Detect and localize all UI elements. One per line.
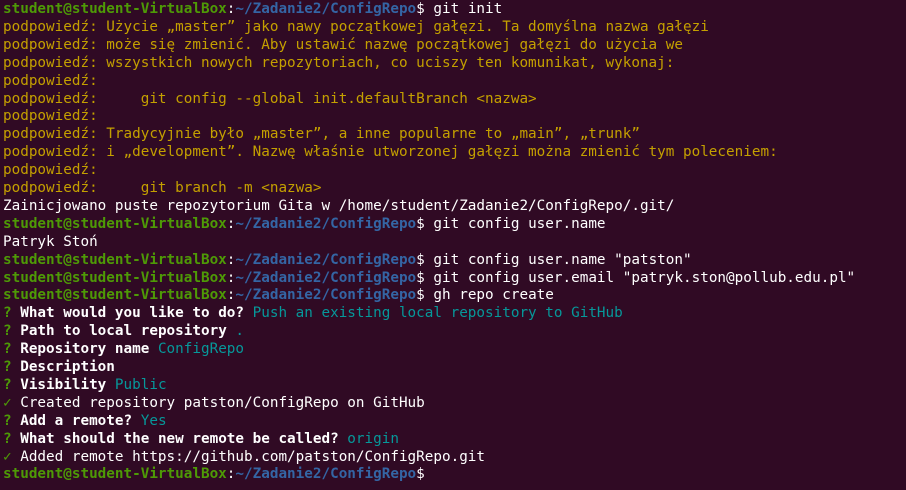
- checkmark-icon: ✓: [3, 448, 12, 465]
- success-text: Created repository patston/ConfigRepo on…: [11, 394, 425, 411]
- question-answer: Yes: [132, 412, 167, 429]
- success-text: Added remote https://github.com/patston/…: [11, 448, 486, 465]
- prompt-path: ~/Zadanie2/ConfigRepo: [235, 215, 417, 232]
- question-label: Description: [20, 359, 115, 375]
- gh-question-line: ? Path to local repository .: [3, 322, 244, 340]
- prompt-user: student@student-VirtualBox: [3, 287, 227, 304]
- question-mark-icon: ?: [3, 376, 21, 393]
- hint-line: podpowiedź: może się zmienić. Aby ustawi…: [3, 36, 683, 54]
- hint-line: podpowiedź:: [3, 72, 98, 90]
- hint-line: podpowiedź: Tradycyjnie było „master”, a…: [3, 125, 640, 143]
- question-label: Add a remote?: [20, 412, 133, 429]
- gh-success-line: ✓ Added remote https://github.com/patsto…: [3, 448, 485, 466]
- terminal-cursor[interactable]: [433, 466, 441, 482]
- question-label: Repository name: [20, 341, 150, 358]
- question-answer: .: [226, 323, 245, 340]
- prompt-symbol: $: [416, 466, 434, 483]
- hint-text: podpowiedź:: [3, 108, 98, 125]
- hint-text: podpowiedź: git config --global init.def…: [3, 90, 537, 107]
- gh-question-line: ? Visibility Public: [3, 376, 167, 394]
- prompt-path: ~/Zadanie2/ConfigRepo: [235, 466, 417, 483]
- question-label: What would you like to do?: [20, 305, 245, 322]
- output-line: Zainicjowano puste repozytorium Gita w /…: [3, 197, 674, 215]
- question-answer: Public: [106, 376, 167, 393]
- question-mark-icon: ?: [3, 430, 21, 447]
- question-mark-icon: ?: [3, 341, 21, 358]
- prompt-line: student@student-VirtualBox:~/Zadanie2/Co…: [3, 0, 502, 18]
- checkmark-icon: ✓: [3, 394, 12, 411]
- prompt-symbol: $: [416, 1, 434, 17]
- gh-question-line: ? What would you like to do? Push an exi…: [3, 304, 623, 322]
- gh-question-line: ? What should the new remote be called? …: [3, 430, 399, 448]
- command-text: git config user.name "patston": [433, 251, 692, 268]
- question-answer: origin: [338, 430, 399, 447]
- gh-question-line: ? Description: [3, 358, 115, 376]
- gh-success-line: ✓ Created repository patston/ConfigRepo …: [3, 394, 425, 412]
- question-mark-icon: ?: [3, 359, 21, 375]
- hint-line: podpowiedź:: [3, 107, 98, 125]
- question-label: What should the new remote be called?: [20, 430, 339, 447]
- command-text: gh repo create: [433, 287, 554, 304]
- prompt-line: student@student-VirtualBox:~/Zadanie2/Co…: [3, 286, 554, 304]
- question-label: Path to local repository: [20, 323, 227, 340]
- command-text: git init: [433, 1, 503, 17]
- prompt-path: ~/Zadanie2/ConfigRepo: [235, 1, 417, 17]
- prompt-path: ~/Zadanie2/ConfigRepo: [235, 251, 417, 268]
- command-text: git config user.name: [433, 215, 606, 232]
- prompt-user: student@student-VirtualBox: [3, 215, 227, 232]
- gh-question-line: ? Repository name ConfigRepo: [3, 340, 244, 358]
- hint-text: podpowiedź: wszystkich nowych repozytori…: [3, 54, 675, 71]
- prompt-user: student@student-VirtualBox: [3, 466, 227, 483]
- prompt-symbol: $: [416, 269, 434, 286]
- question-answer: ConfigRepo: [149, 341, 245, 358]
- command-text: git config user.email "patryk.ston@pollu…: [433, 269, 856, 286]
- hint-text: podpowiedź:: [3, 162, 98, 179]
- question-answer: Push an existing local repository to Git…: [244, 305, 623, 322]
- prompt-path: ~/Zadanie2/ConfigRepo: [235, 287, 417, 304]
- output-line: Patryk Stoń: [3, 233, 98, 251]
- prompt-path: ~/Zadanie2/ConfigRepo: [235, 269, 417, 286]
- hint-text: podpowiedź:: [3, 72, 98, 89]
- terminal-window[interactable]: student@student-VirtualBox:~/Zadanie2/Co…: [0, 0, 906, 490]
- prompt-line: student@student-VirtualBox:~/Zadanie2/Co…: [3, 465, 441, 483]
- hint-line: podpowiedź: wszystkich nowych repozytori…: [3, 54, 674, 72]
- question-label: Visibility: [20, 376, 107, 393]
- prompt-symbol: $: [416, 287, 434, 304]
- prompt-user: student@student-VirtualBox: [3, 1, 227, 17]
- hint-text: podpowiedź: Użycie „master” jako nawy po…: [3, 18, 709, 35]
- output-text: Patryk Stoń: [3, 233, 98, 250]
- hint-line: podpowiedź: git branch -m <nazwa>: [3, 179, 321, 197]
- question-mark-icon: ?: [3, 412, 21, 429]
- hint-text: podpowiedź: git branch -m <nazwa>: [3, 180, 322, 196]
- prompt-symbol: $: [416, 215, 434, 232]
- hint-line: podpowiedź: Użycie „master” jako nawy po…: [3, 18, 709, 36]
- prompt-line: student@student-VirtualBox:~/Zadanie2/Co…: [3, 269, 855, 287]
- prompt-user: student@student-VirtualBox: [3, 269, 227, 286]
- prompt-user: student@student-VirtualBox: [3, 251, 227, 268]
- prompt-symbol: $: [416, 251, 434, 268]
- prompt-line: student@student-VirtualBox:~/Zadanie2/Co…: [3, 215, 606, 233]
- hint-line: podpowiedź:: [3, 161, 98, 179]
- question-mark-icon: ?: [3, 305, 21, 322]
- hint-line: podpowiedź: git config --global init.def…: [3, 90, 537, 108]
- hint-line: podpowiedź: i „development”. Nazwę właśn…: [3, 143, 778, 161]
- question-mark-icon: ?: [3, 323, 21, 340]
- hint-text: podpowiedź: może się zmienić. Aby ustawi…: [3, 36, 683, 53]
- hint-text: podpowiedź: Tradycyjnie było „master”, a…: [3, 126, 640, 143]
- output-text: Zainicjowano puste repozytorium Gita w /…: [3, 197, 675, 214]
- hint-text: podpowiedź: i „development”. Nazwę właśn…: [3, 144, 778, 161]
- gh-question-line: ? Add a remote? Yes: [3, 412, 167, 430]
- prompt-line: student@student-VirtualBox:~/Zadanie2/Co…: [3, 251, 692, 269]
